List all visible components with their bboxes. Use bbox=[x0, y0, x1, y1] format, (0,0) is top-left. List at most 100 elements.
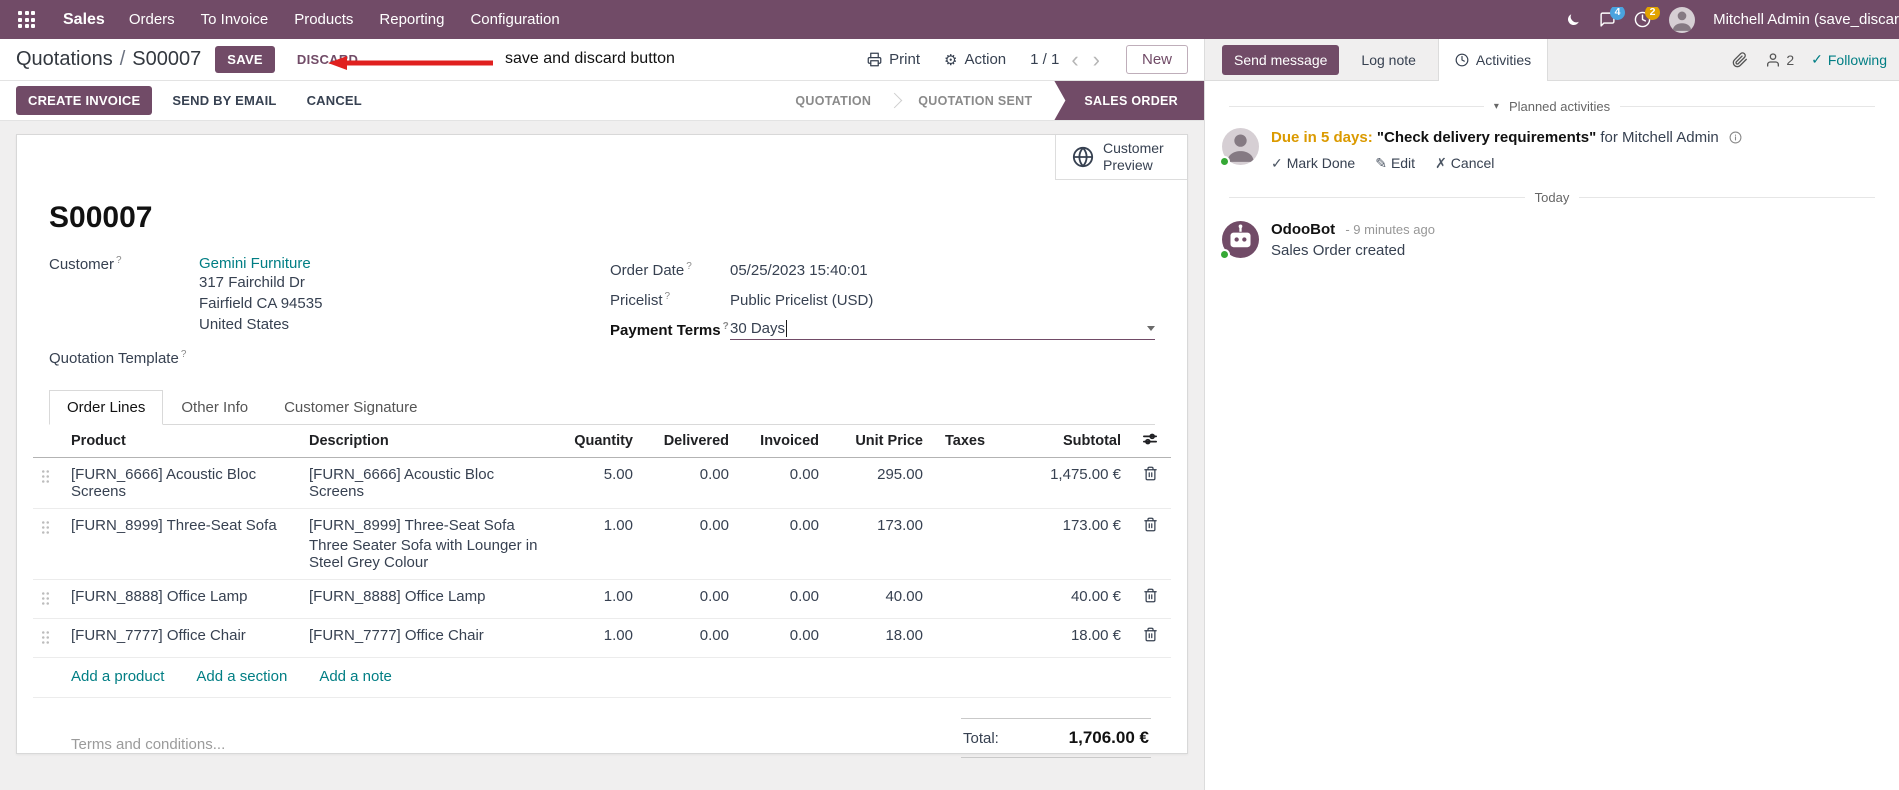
action-button[interactable]: ⚙ Action bbox=[944, 51, 1006, 69]
cell-taxes[interactable] bbox=[931, 579, 1003, 619]
cell-invoiced[interactable]: 0.00 bbox=[737, 457, 827, 509]
cell-subtotal[interactable]: 18.00 € bbox=[1003, 618, 1129, 658]
add-note-link[interactable]: Add a note bbox=[319, 668, 392, 685]
dropdown-caret-icon[interactable] bbox=[1147, 326, 1155, 331]
cell-delivered[interactable]: 0.00 bbox=[641, 457, 737, 509]
cell-description[interactable]: [FURN_8999] Three-Seat Sofa Three Seater… bbox=[301, 508, 549, 580]
pager-next-icon[interactable]: › bbox=[1091, 48, 1102, 71]
user-avatar[interactable] bbox=[1669, 6, 1696, 33]
text-cursor bbox=[786, 320, 788, 337]
user-menu[interactable]: Mitchell Admin (save_discar bbox=[1713, 11, 1899, 28]
cell-subtotal[interactable]: 1,475.00 € bbox=[1003, 457, 1129, 509]
drag-handle-icon[interactable] bbox=[33, 457, 63, 509]
pricelist-field[interactable]: Public Pricelist (USD) bbox=[730, 292, 1155, 309]
cell-taxes[interactable] bbox=[931, 618, 1003, 658]
cell-invoiced[interactable]: 0.00 bbox=[737, 618, 827, 658]
customer-street: 317 Fairchild Dr bbox=[199, 274, 305, 291]
drag-handle-icon[interactable] bbox=[33, 579, 63, 619]
delete-line-icon[interactable] bbox=[1129, 457, 1171, 509]
cell-delivered[interactable]: 0.00 bbox=[641, 579, 737, 619]
send-by-email-button[interactable]: SEND BY EMAIL bbox=[162, 86, 286, 115]
menu-products[interactable]: Products bbox=[294, 11, 353, 28]
cell-description[interactable]: [FURN_6666] Acoustic Bloc Screens bbox=[301, 457, 549, 509]
menu-reporting[interactable]: Reporting bbox=[379, 11, 444, 28]
quotation-template-field[interactable] bbox=[199, 349, 610, 367]
breadcrumb-area: Quotations / S00007 SAVE DISCARD bbox=[16, 46, 366, 73]
cell-quantity[interactable]: 5.00 bbox=[549, 457, 641, 509]
following-button[interactable]: ✓ Following bbox=[1811, 51, 1887, 68]
cell-invoiced[interactable]: 0.00 bbox=[737, 579, 827, 619]
cell-invoiced[interactable]: 0.00 bbox=[737, 508, 827, 580]
cancel-button[interactable]: CANCEL bbox=[297, 86, 372, 115]
terms-placeholder[interactable]: Terms and conditions... bbox=[71, 736, 225, 753]
help-icon: ? bbox=[116, 255, 122, 266]
breadcrumb: Quotations / S00007 bbox=[16, 48, 201, 71]
apps-menu-icon[interactable] bbox=[14, 7, 39, 32]
delete-line-icon[interactable] bbox=[1129, 618, 1171, 658]
new-button[interactable]: New bbox=[1125, 45, 1188, 74]
send-message-button[interactable]: Send message bbox=[1222, 44, 1340, 75]
print-button[interactable]: Print bbox=[867, 51, 920, 68]
attachments-paperclip-icon[interactable] bbox=[1732, 51, 1748, 68]
cell-taxes[interactable] bbox=[931, 457, 1003, 509]
order-date-field[interactable]: 05/25/2023 15:40:01 bbox=[730, 262, 1155, 279]
add-product-link[interactable]: Add a product bbox=[71, 668, 164, 685]
log-note-button[interactable]: Log note bbox=[1355, 45, 1422, 75]
state-sales-order[interactable]: SALES ORDER bbox=[1054, 81, 1204, 120]
cancel-activity-button[interactable]: ✗ Cancel bbox=[1435, 155, 1494, 172]
cell-quantity[interactable]: 1.00 bbox=[549, 508, 641, 580]
cell-quantity[interactable]: 1.00 bbox=[549, 618, 641, 658]
optional-columns-icon[interactable] bbox=[1143, 433, 1157, 450]
dark-mode-moon-icon[interactable] bbox=[1565, 12, 1581, 28]
payment-terms-field[interactable]: 30 Days bbox=[730, 320, 1155, 340]
planned-activities-header[interactable]: ▾ Planned activities bbox=[1229, 99, 1875, 114]
state-quotation[interactable]: QUOTATION bbox=[773, 81, 893, 120]
menu-orders[interactable]: Orders bbox=[129, 11, 175, 28]
menu-configuration[interactable]: Configuration bbox=[470, 11, 559, 28]
message-author[interactable]: OdooBot bbox=[1271, 221, 1335, 238]
customer-preview-button[interactable]: Customer Preview bbox=[1055, 135, 1187, 180]
create-invoice-button[interactable]: CREATE INVOICE bbox=[16, 86, 153, 115]
delete-line-icon[interactable] bbox=[1129, 508, 1171, 580]
col-delivered: Delivered bbox=[641, 425, 737, 458]
cell-unit-price[interactable]: 18.00 bbox=[827, 618, 931, 658]
cell-product[interactable]: [FURN_7777] Office Chair bbox=[63, 618, 301, 658]
cell-delivered[interactable]: 0.00 bbox=[641, 508, 737, 580]
cell-taxes[interactable] bbox=[931, 508, 1003, 580]
delete-line-icon[interactable] bbox=[1129, 579, 1171, 619]
save-button[interactable]: SAVE bbox=[215, 46, 275, 73]
edit-activity-button[interactable]: ✎ Edit bbox=[1375, 155, 1415, 172]
drag-handle-icon[interactable] bbox=[33, 618, 63, 658]
customer-name-link[interactable]: Gemini Furniture bbox=[199, 255, 311, 272]
cell-unit-price[interactable]: 173.00 bbox=[827, 508, 931, 580]
breadcrumb-quotations[interactable]: Quotations bbox=[16, 48, 113, 71]
today-divider: Today bbox=[1229, 190, 1875, 205]
cell-product[interactable]: [FURN_8888] Office Lamp bbox=[63, 579, 301, 619]
activities-clock-icon[interactable]: 2 bbox=[1634, 6, 1661, 28]
info-icon[interactable] bbox=[1729, 131, 1742, 148]
cell-subtotal[interactable]: 173.00 € bbox=[1003, 508, 1129, 580]
cell-subtotal[interactable]: 40.00 € bbox=[1003, 579, 1129, 619]
state-quotation-sent[interactable]: QUOTATION SENT bbox=[896, 81, 1054, 120]
drag-handle-icon[interactable] bbox=[33, 508, 63, 580]
activity-actions: ✓ Mark Done ✎ Edit ✗ Cancel bbox=[1271, 155, 1742, 172]
cell-product[interactable]: [FURN_8999] Three-Seat Sofa bbox=[63, 508, 301, 580]
app-name[interactable]: Sales bbox=[63, 11, 105, 29]
activities-tab[interactable]: Activities bbox=[1437, 38, 1549, 81]
cell-delivered[interactable]: 0.00 bbox=[641, 618, 737, 658]
pager-previous-icon[interactable]: ‹ bbox=[1069, 48, 1080, 71]
menu-to-invoice[interactable]: To Invoice bbox=[201, 11, 269, 28]
messages-icon[interactable]: 4 bbox=[1599, 6, 1626, 28]
followers-button[interactable]: 2 bbox=[1765, 52, 1794, 68]
cell-unit-price[interactable]: 295.00 bbox=[827, 457, 931, 509]
cell-description[interactable]: [FURN_7777] Office Chair bbox=[301, 618, 549, 658]
cell-unit-price[interactable]: 40.00 bbox=[827, 579, 931, 619]
tab-other-info[interactable]: Other Info bbox=[163, 390, 266, 425]
mark-done-button[interactable]: ✓ Mark Done bbox=[1271, 155, 1355, 172]
add-section-link[interactable]: Add a section bbox=[196, 668, 287, 685]
tab-order-lines[interactable]: Order Lines bbox=[49, 390, 164, 425]
cell-quantity[interactable]: 1.00 bbox=[549, 579, 641, 619]
cell-description[interactable]: [FURN_8888] Office Lamp bbox=[301, 579, 549, 619]
cell-product[interactable]: [FURN_6666] Acoustic Bloc Screens bbox=[63, 457, 301, 509]
tab-customer-signature[interactable]: Customer Signature bbox=[266, 390, 435, 425]
